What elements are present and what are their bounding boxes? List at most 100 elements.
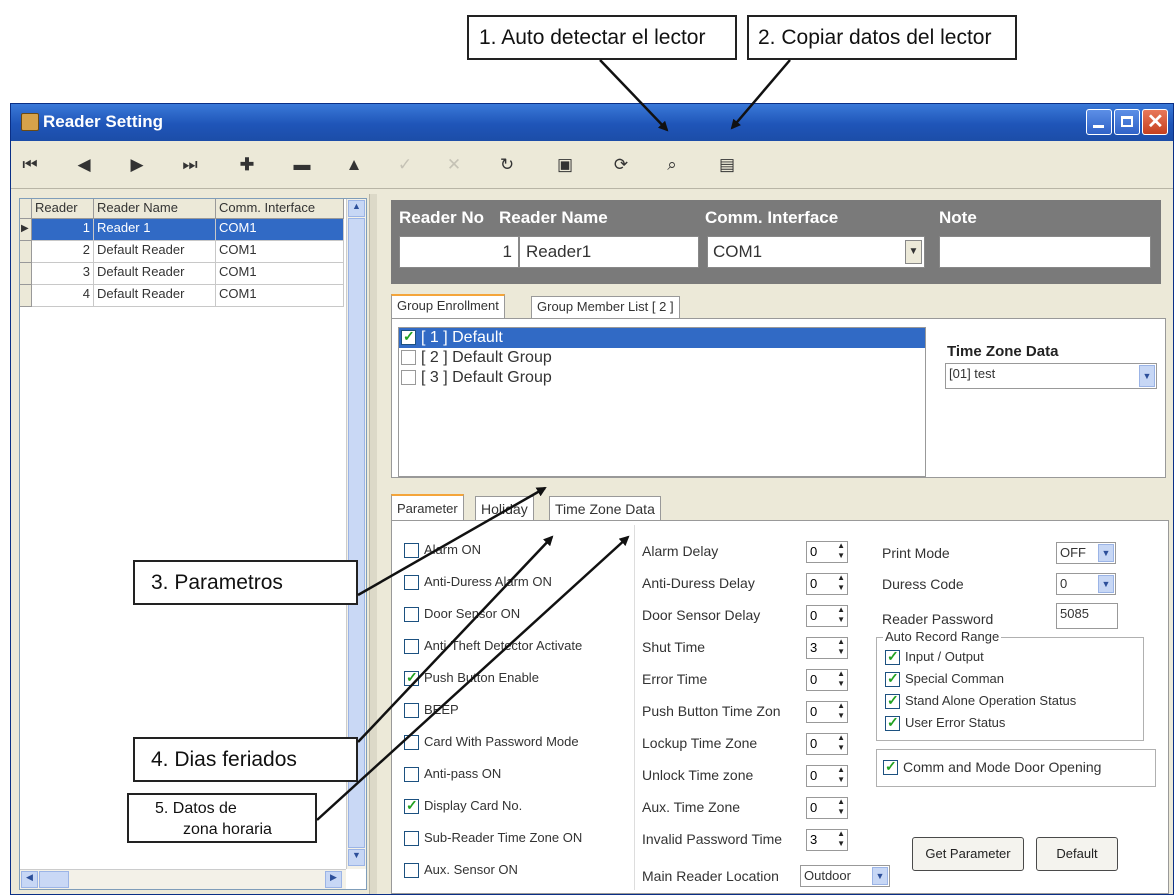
chevron-down-icon[interactable]: ▼ [1098, 575, 1114, 593]
parameter-checkbox[interactable] [404, 607, 419, 622]
note-label: Note [939, 208, 977, 227]
delay-stepper[interactable]: 0 ▲ ▼ [806, 797, 848, 819]
last-record-icon[interactable]: ⏭ [179, 155, 201, 175]
parameter-checkbox[interactable] [404, 703, 419, 718]
delay-stepper[interactable]: 0 ▲ ▼ [806, 765, 848, 787]
chevron-down-icon[interactable]: ▼ [872, 867, 888, 885]
next-record-icon[interactable]: ▶ [126, 155, 148, 175]
spin-arrows-icon[interactable]: ▲ ▼ [837, 733, 845, 753]
reader-password-field[interactable]: 5085 [1056, 603, 1118, 629]
comm-interface-select[interactable]: COM1 ▼ [707, 236, 925, 268]
spin-arrows-icon[interactable]: ▲ ▼ [837, 701, 845, 721]
spin-arrows-icon[interactable]: ▲ ▼ [837, 765, 845, 785]
copy-reader-data-icon[interactable]: ⟳ [610, 155, 632, 175]
list-item[interactable]: [ 2 ] Default Group [399, 348, 925, 368]
chevron-down-icon[interactable]: ▼ [905, 240, 922, 264]
spin-arrows-icon[interactable]: ▲ ▼ [837, 637, 845, 657]
copy-data-icon[interactable]: ▤ [716, 155, 738, 175]
scroll-h-thumb[interactable] [39, 871, 69, 888]
tab-group-enrollment[interactable]: Group Enrollment [391, 294, 505, 318]
group-checkbox[interactable] [401, 370, 416, 385]
spin-arrows-icon[interactable]: ▲ ▼ [837, 669, 845, 689]
default-button[interactable]: Default [1036, 837, 1118, 871]
note-field[interactable] [939, 236, 1151, 268]
spin-arrows-icon[interactable]: ▲ ▼ [837, 829, 845, 849]
auto-record-checkbox[interactable] [885, 692, 900, 709]
reader-name-field[interactable]: Reader1 [519, 236, 699, 268]
reader-no-field[interactable]: 1 [399, 236, 519, 268]
delete-record-icon[interactable]: ▬ [291, 155, 313, 175]
auto-record-checkbox[interactable] [885, 714, 900, 731]
table-row[interactable]: 3 Default Reader COM1 [20, 263, 344, 285]
scroll-up-icon[interactable]: ▲ [348, 200, 365, 217]
insert-record-icon[interactable]: ✚ [236, 155, 258, 175]
parameter-checkbox[interactable] [404, 639, 419, 654]
time-zone-select[interactable]: [01] test ▼ [945, 363, 1157, 389]
parameter-checkbox[interactable] [404, 767, 419, 782]
grid-header-name[interactable]: Reader Name [94, 199, 216, 219]
scroll-right-icon[interactable]: ▶ [325, 871, 342, 888]
cancel-edit-icon[interactable]: ✕ [443, 155, 465, 175]
chevron-down-icon[interactable]: ▼ [1098, 544, 1114, 562]
table-row[interactable]: 4 Default Reader COM1 [20, 285, 344, 307]
table-row[interactable]: 2 Default Reader COM1 [20, 241, 344, 263]
chevron-down-icon[interactable]: ▼ [1139, 365, 1155, 387]
edit-record-icon[interactable]: ▲ [343, 155, 365, 175]
delay-stepper[interactable]: 0 ▲ ▼ [806, 541, 848, 563]
grid-header-reader[interactable]: Reader [32, 199, 94, 219]
scroll-down-icon[interactable]: ▼ [348, 849, 365, 866]
delay-stepper[interactable]: 0 ▲ ▼ [806, 605, 848, 627]
first-record-icon[interactable]: ⏮ [19, 155, 41, 175]
panel-splitter[interactable] [369, 194, 377, 894]
spin-arrows-icon[interactable]: ▲ ▼ [837, 605, 845, 625]
spin-arrows-icon[interactable]: ▲ ▼ [837, 797, 845, 817]
time-zone-data-label: Time Zone Data [947, 343, 1059, 360]
grid-horizontal-scrollbar[interactable]: ◀ ▶ [20, 869, 346, 889]
refresh-icon[interactable]: ↻ [496, 155, 518, 175]
parameter-checkbox[interactable] [404, 669, 419, 686]
list-item[interactable]: [ 1 ] Default [399, 328, 925, 348]
minimize-button[interactable] [1086, 109, 1112, 135]
maximize-button[interactable] [1114, 109, 1140, 135]
auto-record-checkbox[interactable] [885, 648, 900, 665]
list-item[interactable]: [ 3 ] Default Group [399, 368, 925, 388]
main-reader-location-select[interactable]: Outdoor ▼ [800, 865, 890, 887]
tab-holiday[interactable]: Holiday [475, 496, 534, 520]
print-mode-select[interactable]: OFF ▼ [1056, 542, 1116, 564]
parameter-checkbox[interactable] [404, 735, 419, 750]
parameter-checkbox[interactable] [404, 831, 419, 846]
delay-stepper[interactable]: 3 ▲ ▼ [806, 637, 848, 659]
close-button[interactable]: ✕ [1142, 109, 1168, 135]
tab-group-member-list[interactable]: Group Member List [ 2 ] [531, 296, 680, 318]
group-checkbox[interactable] [401, 328, 416, 345]
duress-code-select[interactable]: 0 ▼ [1056, 573, 1116, 595]
parameter-checkbox[interactable] [404, 575, 419, 590]
command-mode-checkbox[interactable] [883, 758, 898, 775]
table-row[interactable]: ▶ 1 Reader 1 COM1 [20, 219, 344, 241]
group-enrollment-panel: [ 1 ] Default [ 2 ] Default Group [ 3 ] … [391, 318, 1166, 478]
prior-record-icon[interactable]: ◀ [73, 155, 95, 175]
parameter-checkbox[interactable] [404, 797, 419, 814]
tab-parameter[interactable]: Parameter [391, 494, 464, 520]
parameter-checkbox[interactable] [404, 543, 419, 558]
auto-record-checkbox[interactable] [885, 670, 900, 687]
group-checkbox[interactable] [401, 350, 416, 365]
delay-stepper[interactable]: 3 ▲ ▼ [806, 829, 848, 851]
title-bar[interactable]: Reader Setting ✕ [11, 104, 1173, 141]
scroll-left-icon[interactable]: ◀ [21, 871, 38, 888]
parameter-checkbox[interactable] [404, 863, 419, 878]
group-list[interactable]: [ 1 ] Default [ 2 ] Default Group [ 3 ] … [398, 327, 926, 477]
tab-time-zone-data[interactable]: Time Zone Data [549, 496, 661, 520]
grid-header-interface[interactable]: Comm. Interface [216, 199, 344, 219]
delay-stepper[interactable]: 0 ▲ ▼ [806, 701, 848, 723]
cell-reader-no: 2 [32, 241, 94, 263]
get-parameter-button[interactable]: Get Parameter [912, 837, 1024, 871]
delay-stepper[interactable]: 0 ▲ ▼ [806, 669, 848, 691]
auto-detect-reader-icon[interactable]: ▣ [554, 155, 576, 175]
spin-arrows-icon[interactable]: ▲ ▼ [837, 573, 845, 593]
post-edit-icon[interactable]: ✓ [394, 155, 416, 175]
spin-arrows-icon[interactable]: ▲ ▼ [837, 541, 845, 561]
delay-stepper[interactable]: 0 ▲ ▼ [806, 733, 848, 755]
find-icon[interactable]: ⌕ [661, 155, 683, 175]
delay-stepper[interactable]: 0 ▲ ▼ [806, 573, 848, 595]
